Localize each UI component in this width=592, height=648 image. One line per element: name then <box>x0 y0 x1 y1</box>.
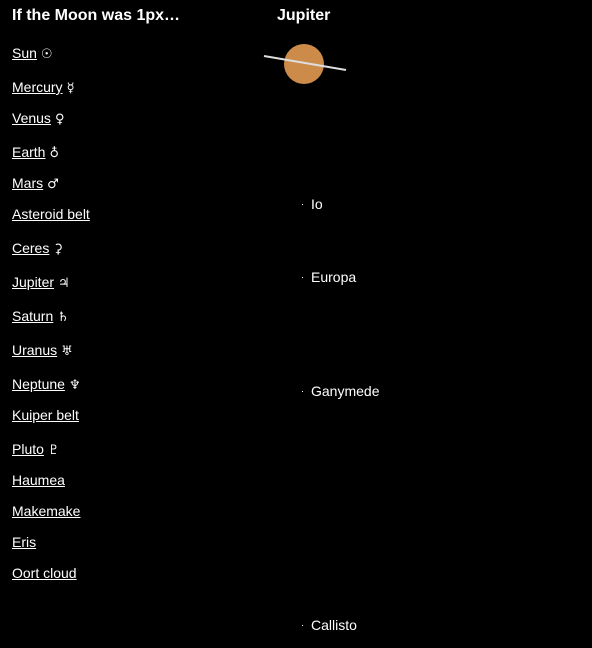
nav-item-saturn[interactable]: Saturn ♄ <box>12 308 69 326</box>
earth-symbol-icon: ♁ <box>49 146 59 161</box>
nav-item-makemake[interactable]: Makemake <box>12 503 80 519</box>
nav-link-label[interactable]: Pluto <box>12 441 44 457</box>
jupiter-disc <box>284 44 324 84</box>
moon-dot <box>302 203 303 205</box>
nav-item-earth[interactable]: Earth ♁ <box>12 144 59 162</box>
nav-item-haumea[interactable]: Haumea <box>12 472 65 488</box>
nav-link-label[interactable]: Neptune <box>12 376 65 392</box>
nav-item-venus[interactable]: Venus ♀ <box>12 110 64 128</box>
nav-link-label[interactable]: Venus <box>12 110 51 126</box>
moon-io: Io <box>302 196 323 212</box>
nav-item-kuiper-belt[interactable]: Kuiper belt <box>12 407 79 423</box>
sun-symbol-icon: ☉ <box>40 47 53 62</box>
nav-item-mercury[interactable]: Mercury ☿ <box>12 79 75 97</box>
nav-link-label[interactable]: Ceres <box>12 240 49 256</box>
mars-symbol-icon: ♂ <box>47 177 59 192</box>
moon-dot <box>302 624 303 626</box>
uranus-symbol-icon: ♅ <box>61 344 73 359</box>
nav-link-label[interactable]: Jupiter <box>12 274 54 290</box>
moon-dot <box>302 276 303 278</box>
moon-ganymede: Ganymede <box>302 383 379 399</box>
venus-symbol-icon: ♀ <box>54 112 65 127</box>
site-title: If the Moon was 1px… <box>12 7 181 24</box>
nav-link-label[interactable]: Eris <box>12 534 36 550</box>
planet-title: Jupiter <box>277 7 331 24</box>
nav-item-oort-cloud[interactable]: Oort cloud <box>12 565 77 581</box>
moon-europa: Europa <box>302 269 356 285</box>
jupiter-graphic <box>263 44 347 84</box>
ceres-symbol-icon: ⚳ <box>53 242 63 257</box>
nav-link-label[interactable]: Earth <box>12 144 45 160</box>
nav-item-asteroid-belt[interactable]: Asteroid belt <box>12 206 90 222</box>
nav-link-label[interactable]: Uranus <box>12 342 57 358</box>
page: If the Moon was 1px… Sun ☉ Mercury ☿ Venus… <box>0 0 592 648</box>
neptune-symbol-icon: ♆ <box>68 378 81 393</box>
moon-label: Io <box>311 196 323 212</box>
moon-dot <box>302 390 303 392</box>
moon-callisto: Callisto <box>302 617 357 633</box>
moon-label: Ganymede <box>311 383 380 399</box>
nav-link-label[interactable]: Makemake <box>12 503 80 519</box>
moon-label: Callisto <box>311 617 357 633</box>
moon-label: Europa <box>311 269 357 285</box>
nav-link-label[interactable]: Saturn <box>12 308 53 324</box>
nav-link-label[interactable]: Asteroid belt <box>12 206 90 222</box>
nav-item-mars[interactable]: Mars ♂ <box>12 175 59 193</box>
nav-link-label[interactable]: Sun <box>12 45 37 61</box>
mercury-symbol-icon: ☿ <box>66 81 75 96</box>
nav-item-jupiter[interactable]: Jupiter ♃ <box>12 274 70 292</box>
nav-item-eris[interactable]: Eris <box>12 534 36 550</box>
nav-item-uranus[interactable]: Uranus ♅ <box>12 342 73 360</box>
nav-item-sun[interactable]: Sun ☉ <box>12 45 53 63</box>
jupiter-symbol-icon: ♃ <box>58 276 70 291</box>
saturn-symbol-icon: ♄ <box>57 310 69 325</box>
nav-item-ceres[interactable]: Ceres ⚳ <box>12 240 63 258</box>
nav-link-label[interactable]: Mars <box>12 175 43 191</box>
nav-item-neptune[interactable]: Neptune ♆ <box>12 376 81 394</box>
nav-link-label[interactable]: Kuiper belt <box>12 407 79 423</box>
nav-item-pluto[interactable]: Pluto ♇ <box>12 441 60 459</box>
nav-link-label[interactable]: Haumea <box>12 472 65 488</box>
pluto-symbol-icon: ♇ <box>47 443 60 458</box>
nav-link-label[interactable]: Oort cloud <box>12 565 77 581</box>
nav-link-label[interactable]: Mercury <box>12 79 63 95</box>
